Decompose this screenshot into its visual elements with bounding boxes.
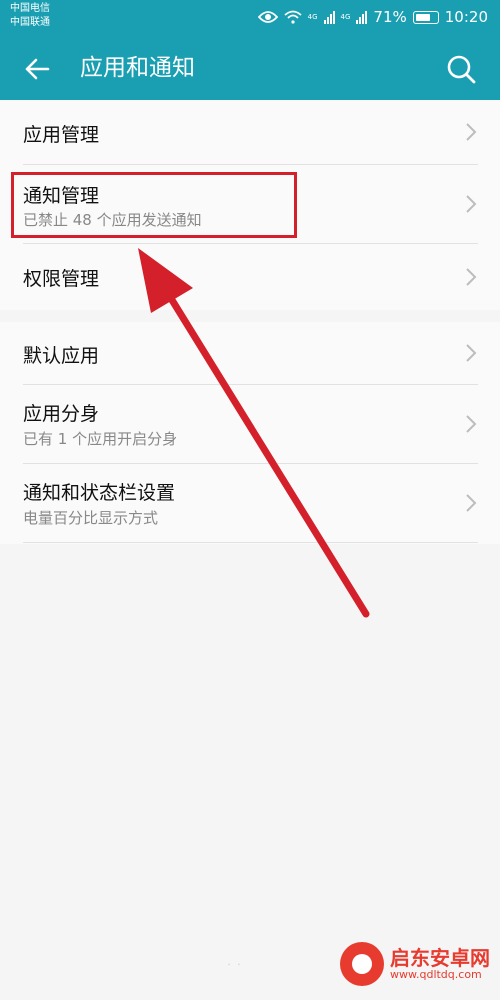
- watermark-logo-icon: [340, 942, 384, 986]
- battery-icon: [412, 10, 439, 24]
- battery-percent: 71%: [373, 8, 407, 26]
- list-item-label: 应用管理: [23, 124, 100, 146]
- page-title: 应用和通知: [80, 55, 195, 81]
- clock: 10:20: [444, 8, 488, 26]
- chevron-right-icon: [466, 195, 477, 213]
- chevron-right-icon: [466, 123, 477, 141]
- status-indicators: 4G 4G 71% 10:20: [257, 6, 488, 28]
- signal-icon-1: [323, 10, 335, 24]
- list-item-app-twin[interactable]: 应用分身 已有 1 个应用开启分身: [0, 385, 500, 463]
- chevron-right-icon: [466, 344, 477, 362]
- carrier-1: 中国电信: [10, 3, 50, 14]
- watermark-url: www.qdltdq.com: [390, 968, 482, 981]
- settings-group-2: 默认应用 应用分身 已有 1 个应用开启分身 通知和状态栏设置 电量百分比显示方…: [0, 322, 500, 544]
- list-item-notification-status-bar[interactable]: 通知和状态栏设置 电量百分比显示方式: [0, 464, 500, 542]
- watermark: 启东安卓网 www.qdltdq.com: [340, 942, 490, 986]
- list-item-default-apps[interactable]: 默认应用: [0, 322, 500, 384]
- chevron-right-icon: [466, 268, 477, 286]
- app-bar: 应用和通知: [0, 36, 500, 100]
- watermark-text: 启东安卓网 www.qdltdq.com: [390, 947, 490, 981]
- wifi-icon: [284, 10, 302, 24]
- network-type-2: 4G: [340, 12, 351, 21]
- list-item-label: 默认应用: [23, 345, 100, 367]
- carrier-labels: 中国电信 中国联通: [10, 2, 50, 30]
- chevron-right-icon: [466, 415, 477, 433]
- network-type-1: 4G: [307, 12, 318, 21]
- divider: [23, 542, 478, 543]
- list-item-subtitle: 电量百分比显示方式: [23, 509, 159, 527]
- list-item-app-management[interactable]: 应用管理: [0, 100, 500, 164]
- faint-watermark-mark: ˙ ˙: [226, 962, 242, 976]
- highlight-box: [11, 172, 297, 238]
- list-item-subtitle: 已有 1 个应用开启分身: [23, 430, 178, 448]
- carrier-2: 中国联通: [10, 17, 50, 28]
- watermark-name: 启东安卓网: [390, 946, 490, 970]
- search-icon[interactable]: [444, 52, 478, 86]
- status-bar: 中国电信 中国联通 4G 4G 71% 10:20: [0, 0, 500, 36]
- list-item-label: 权限管理: [23, 268, 100, 290]
- list-item-label: 通知和状态栏设置: [23, 482, 176, 504]
- list-item-permission-management[interactable]: 权限管理: [0, 244, 500, 310]
- list-item-label: 应用分身: [23, 403, 100, 425]
- back-arrow-icon[interactable]: [20, 52, 54, 86]
- chevron-right-icon: [466, 494, 477, 512]
- signal-icon-2: [356, 10, 368, 24]
- eye-comfort-icon: [257, 11, 278, 23]
